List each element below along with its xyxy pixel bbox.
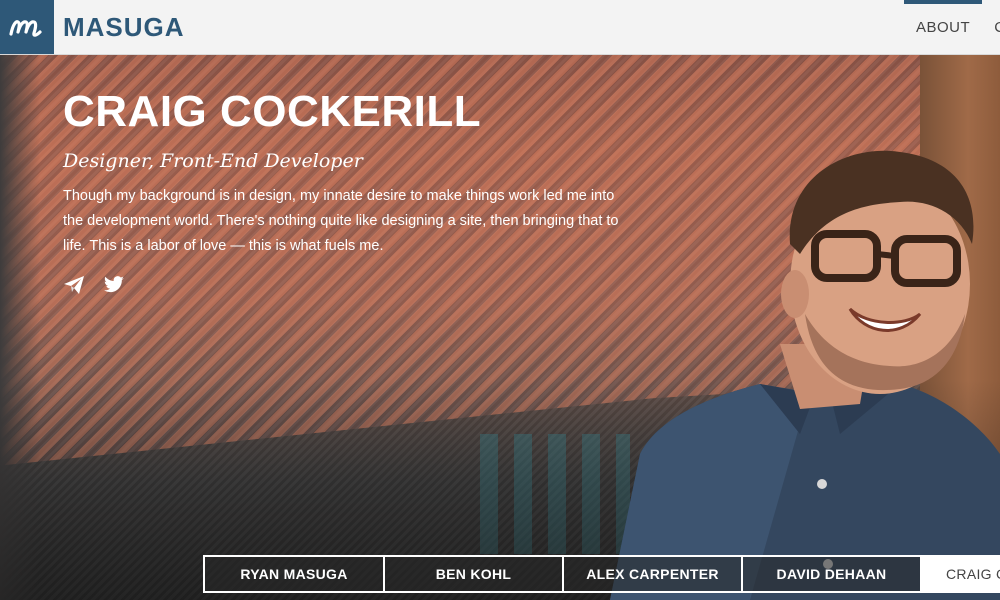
logo[interactable] <box>0 0 54 54</box>
twitter-icon[interactable] <box>103 276 125 294</box>
social-links <box>63 275 643 295</box>
tab-ryan-masuga[interactable]: RYAN MASUGA <box>203 555 385 593</box>
site-header: MASUGA ABOUT C <box>0 0 1000 55</box>
tab-ben-kohl[interactable]: BEN KOHL <box>383 555 564 593</box>
paper-plane-icon[interactable] <box>63 275 85 295</box>
profile-role: Designer, Front-End Developer <box>63 150 363 172</box>
hero-banner: CRAIG COCKERILL Designer, Front-End Deve… <box>0 54 1000 600</box>
tab-david-dehaan[interactable]: DAVID DEHAAN <box>741 555 922 593</box>
brand-wordmark[interactable]: MASUGA <box>63 12 185 43</box>
nav-item-next[interactable]: C <box>982 0 1000 54</box>
profile-name: CRAIG COCKERILL <box>63 87 482 136</box>
tab-alex-carpenter[interactable]: ALEX CARPENTER <box>562 555 743 593</box>
masuga-m-logo-icon <box>9 20 42 37</box>
main-nav: ABOUT C <box>904 0 1000 54</box>
profile-photo <box>610 150 1000 600</box>
tab-craig-cockerill[interactable]: CRAIG C <box>920 555 1000 593</box>
nav-item-about[interactable]: ABOUT <box>904 0 983 54</box>
profile-content: CRAIG COCKERILL Designer, Front-End Deve… <box>63 90 643 295</box>
profile-bio: Though my background is in design, my in… <box>63 188 619 254</box>
team-tabs: RYAN MASUGA BEN KOHL ALEX CARPENTER DAVI… <box>203 555 1000 593</box>
